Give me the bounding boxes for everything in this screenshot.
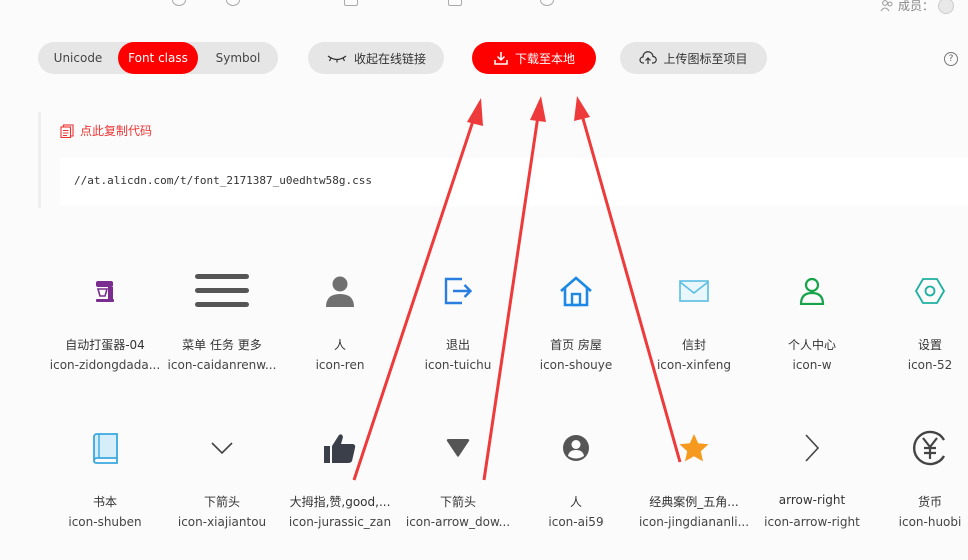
icon-item[interactable]: 个人中心 icon-w: [753, 262, 871, 382]
yuan-currency-icon: [871, 419, 968, 477]
upload-icons-to-project-button[interactable]: 上传图标至项目: [620, 42, 767, 74]
copy-icon: [60, 123, 74, 138]
top-toolbar-partial-icon[interactable]: [540, 0, 554, 6]
icon-item[interactable]: 书本 icon-shuben: [46, 419, 164, 539]
copy-code-link[interactable]: 点此复制代码: [60, 122, 152, 139]
icon-item[interactable]: 下箭头 icon-arrow_dow...: [399, 419, 517, 539]
star-icon: [635, 419, 753, 477]
top-bar: 成员：: [0, 0, 968, 20]
code-url-box[interactable]: //at.alicdn.com/t/font_2171387_u0edhtw58…: [60, 158, 968, 206]
icon-item[interactable]: 人 icon-ren: [281, 262, 399, 382]
icon-name: 人: [569, 495, 582, 509]
icon-class: icon-shuben: [68, 515, 142, 529]
code-panel-border: [38, 112, 41, 208]
triangle-down-icon: [399, 419, 517, 477]
chevron-down-icon: [163, 419, 281, 477]
envelope-icon: [635, 262, 753, 320]
mixer-icon: [46, 262, 164, 320]
icon-item[interactable]: 退出 icon-tuichu: [399, 262, 517, 382]
top-toolbar-partial-icon[interactable]: [172, 0, 186, 6]
icon-class: icon-52: [907, 358, 953, 372]
icon-name: 下箭头: [203, 495, 240, 509]
icon-class: icon-xinfeng: [656, 358, 732, 372]
icon-item[interactable]: 菜单 任务 更多 icon-caidanrenw...: [163, 262, 281, 382]
code-panel: 点此复制代码 //at.alicdn.com/t/font_2171387_u0…: [38, 112, 968, 208]
icon-item[interactable]: 货币 icon-huobi: [871, 419, 968, 539]
icon-class: icon-zidongdada...: [49, 358, 161, 372]
collapse-online-link-label: 收起在线链接: [353, 51, 426, 66]
icon-item[interactable]: arrow-right icon-arrow-right: [753, 419, 871, 539]
icon-class: icon-shouye: [539, 358, 613, 372]
help-icon[interactable]: ?: [944, 52, 958, 66]
icon-name: 大拇指,赞,good,...: [289, 495, 391, 509]
upload-label: 上传图标至项目: [663, 51, 748, 66]
tab-font-class[interactable]: Font class: [118, 42, 198, 74]
icon-class: icon-ai59: [548, 515, 604, 529]
icon-class: icon-arrow_dow...: [405, 515, 511, 529]
closed-eye-icon: [327, 55, 347, 63]
icon-name: 首页 房屋: [550, 338, 602, 352]
css-url-text: //at.alicdn.com/t/font_2171387_u0edhtw58…: [74, 174, 373, 187]
icon-name: 菜单 任务 更多: [182, 338, 262, 352]
icon-item[interactable]: 信封 icon-xinfeng: [635, 262, 753, 382]
icon-item[interactable]: 下箭头 icon-xiajiantou: [163, 419, 281, 539]
icon-name: 货币: [917, 495, 942, 509]
icon-name: 自动打蛋器-04: [65, 338, 145, 352]
icon-item[interactable]: 设置 icon-52: [871, 262, 968, 382]
icon-name: 经典案例_五角...: [649, 495, 739, 509]
icon-item[interactable]: 自动打蛋器-04 icon-zidongdada...: [46, 262, 164, 382]
icon-name: 下箭头: [439, 495, 476, 509]
icon-class: icon-tuichu: [424, 358, 492, 372]
code-type-tabs: Unicode Font class Symbol: [38, 42, 278, 74]
icon-name: 个人中心: [787, 338, 836, 352]
chevron-right-icon: [753, 419, 871, 477]
members-icon: [880, 0, 893, 11]
top-toolbar-partial-icon[interactable]: [448, 0, 462, 6]
icon-class: icon-jingdiananli...: [638, 515, 750, 529]
icon-class: icon-huobi: [898, 515, 962, 529]
book-icon: [46, 419, 164, 477]
download-to-local-button[interactable]: 下载至本地: [472, 42, 596, 74]
user-circle-icon: [517, 419, 635, 477]
settings-hexagon-icon: [871, 262, 968, 320]
logout-icon: [399, 262, 517, 320]
icon-class: icon-jurassic_zan: [288, 515, 392, 529]
download-icon: [494, 52, 508, 65]
icon-name: 设置: [917, 338, 942, 352]
tab-unicode[interactable]: Unicode: [38, 42, 118, 74]
icon-item[interactable]: 人 icon-ai59: [517, 419, 635, 539]
icon-class: icon-w: [792, 358, 832, 372]
icon-name: arrow-right: [778, 493, 846, 507]
icon-item[interactable]: 首页 房屋 icon-shouye: [517, 262, 635, 382]
top-toolbar-partial-icon[interactable]: [226, 0, 240, 6]
icon-name: 退出: [445, 338, 470, 352]
member-section[interactable]: 成员：: [880, 0, 954, 14]
home-icon: [517, 262, 635, 320]
icon-item[interactable]: 经典案例_五角... icon-jingdiananli...: [635, 419, 753, 539]
download-label: 下载至本地: [514, 51, 575, 66]
thumbs-up-icon: [281, 419, 399, 477]
menu-icon: [163, 262, 281, 320]
tab-symbol[interactable]: Symbol: [198, 42, 278, 74]
top-toolbar-partial-icon[interactable]: [344, 0, 358, 6]
icon-name: 书本: [92, 495, 117, 509]
icon-name: 人: [333, 338, 346, 352]
icon-class: icon-xiajiantou: [177, 515, 267, 529]
icon-name: 信封: [681, 338, 706, 352]
cloud-upload-icon: [639, 51, 658, 64]
icon-class: icon-arrow-right: [764, 515, 860, 529]
user-outline-icon: [753, 262, 871, 320]
copy-code-label: 点此复制代码: [80, 124, 153, 138]
icon-item[interactable]: 大拇指,赞,good,... icon-jurassic_zan: [281, 419, 399, 539]
avatar[interactable]: [938, 0, 954, 14]
icon-class: icon-caidanrenw...: [167, 358, 277, 372]
icon-class: icon-ren: [315, 358, 365, 372]
collapse-online-link-button[interactable]: 收起在线链接: [308, 42, 444, 74]
member-label: 成员：: [897, 0, 934, 13]
person-icon: [281, 262, 399, 320]
